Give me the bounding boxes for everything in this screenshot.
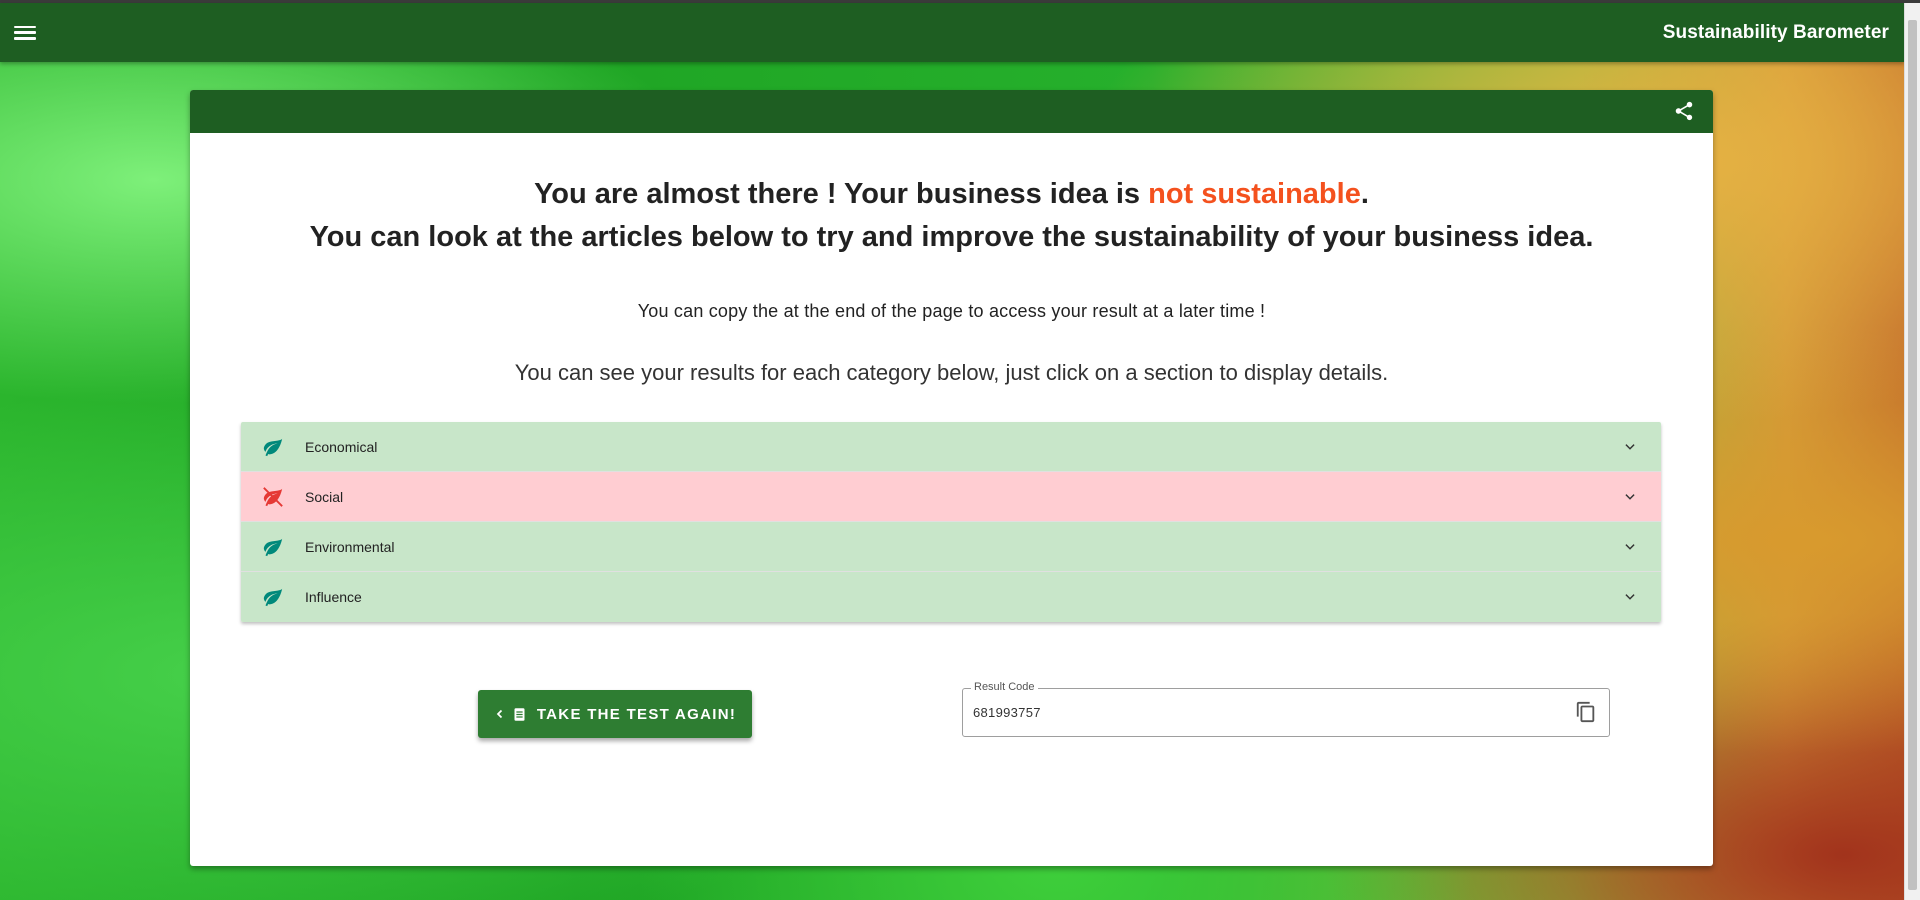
copy-icon[interactable]: [1575, 701, 1597, 723]
chevron-down-icon: [1625, 544, 1635, 550]
chevron-down-icon: [1625, 594, 1635, 600]
headline-line-2: You can look at the articles below to tr…: [309, 221, 1594, 253]
card-header: [190, 90, 1713, 133]
category-label: Environmental: [305, 538, 395, 555]
chevron-down-icon: [1625, 444, 1635, 450]
category-label: Economical: [305, 438, 378, 455]
take-test-again-label: TAKE THE TEST AGAIN!: [536, 705, 737, 723]
scrollbar-thumb[interactable]: [1908, 20, 1917, 890]
sustainability-status: not sustainable: [1148, 178, 1361, 210]
menu-icon[interactable]: [14, 24, 36, 42]
category-row-economical[interactable]: Economical: [241, 422, 1661, 472]
chevron-left-icon: [496, 709, 502, 719]
leaf-icon: [263, 538, 283, 556]
headline: You are almost there ! Your business ide…: [190, 173, 1713, 259]
category-label: Social: [305, 488, 344, 505]
category-label: Influence: [305, 589, 362, 605]
category-row-environmental[interactable]: Environmental: [241, 522, 1661, 572]
headline-line-1: You are almost there ! Your business ide…: [190, 173, 1713, 216]
leaf-off-icon: [263, 486, 283, 507]
result-code-value[interactable]: 681993757: [973, 705, 1041, 720]
clipboard-list-icon: [514, 707, 525, 721]
results-note: You can see your results for each catego…: [514, 360, 1389, 385]
copy-note: You can copy the at the end of the page …: [637, 301, 1266, 321]
leaf-icon: [263, 588, 283, 607]
chevron-down-icon: [1625, 494, 1635, 500]
button-icons: [494, 707, 527, 722]
result-code-field[interactable]: Result Code 681993757: [962, 681, 1610, 737]
vertical-scrollbar[interactable]: [1904, 3, 1920, 900]
result-card: You are almost there ! Your business ide…: [190, 90, 1713, 866]
take-test-again-button[interactable]: TAKE THE TEST AGAIN!: [478, 690, 752, 738]
category-row-social[interactable]: Social: [241, 472, 1661, 522]
app-title: Sustainability Barometer: [1662, 21, 1889, 43]
result-code-legend: Result Code: [971, 681, 1038, 693]
category-row-influence[interactable]: Influence: [241, 572, 1661, 622]
app-bar: Sustainability Barometer: [0, 3, 1905, 62]
headline-prefix: You are almost there ! Your business ide…: [534, 178, 1149, 210]
headline-suffix: .: [1360, 178, 1369, 210]
share-icon[interactable]: [1673, 100, 1695, 122]
leaf-icon: [263, 438, 283, 456]
category-accordion: Economical Social Environmental Influenc…: [241, 422, 1661, 622]
